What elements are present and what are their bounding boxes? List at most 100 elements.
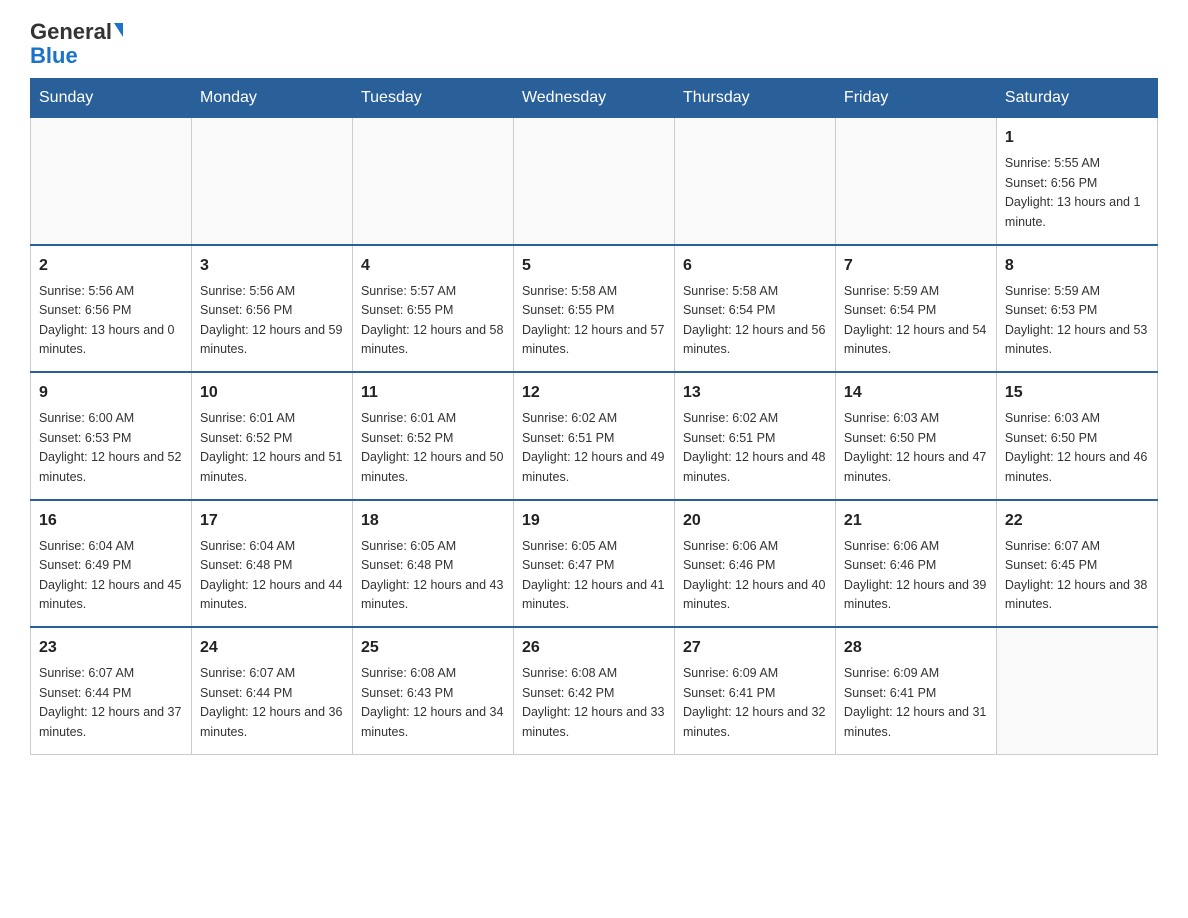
weekday-header-thursday: Thursday	[674, 79, 835, 118]
day-number: 25	[361, 636, 505, 660]
calendar-day-cell: 1 Sunrise: 5:55 AMSunset: 6:56 PMDaylight…	[996, 118, 1157, 245]
calendar-day-cell: 4Sunrise: 5:57 AMSunset: 6:55 PMDaylight…	[352, 245, 513, 373]
day-number: 22	[1005, 509, 1149, 533]
day-info: Sunrise: 6:01 AMSunset: 6:52 PMDaylight:…	[361, 409, 505, 487]
day-number: 13	[683, 381, 827, 405]
calendar-week-row: 1 Sunrise: 5:55 AMSunset: 6:56 PMDaylight…	[31, 118, 1158, 245]
day-number: 26	[522, 636, 666, 660]
calendar-day-cell: 26 Sunrise: 6:08 AMSunset: 6:42 PMDayligh…	[513, 627, 674, 754]
day-number: 12	[522, 381, 666, 405]
calendar-day-cell	[996, 627, 1157, 754]
day-info: Sunrise: 5:58 AMSunset: 6:54 PMDaylight:…	[683, 282, 827, 360]
calendar-day-cell: 8 Sunrise: 5:59 AMSunset: 6:53 PMDaylight…	[996, 245, 1157, 373]
day-number: 11	[361, 381, 505, 405]
calendar-day-cell: 15Sunrise: 6:03 AMSunset: 6:50 PMDayligh…	[996, 372, 1157, 500]
day-number: 23	[39, 636, 183, 660]
calendar-day-cell: 19 Sunrise: 6:05 AMSunset: 6:47 PMDayligh…	[513, 500, 674, 628]
weekday-header-monday: Monday	[191, 79, 352, 118]
day-number: 5	[522, 254, 666, 278]
day-number: 10	[200, 381, 344, 405]
day-info: Sunrise: 6:08 AMSunset: 6:43 PMDaylight:…	[361, 664, 505, 742]
page-header: GeneralBlue	[30, 20, 1158, 68]
calendar-day-cell	[191, 118, 352, 245]
calendar-day-cell: 28 Sunrise: 6:09 AMSunset: 6:41 PMDayligh…	[835, 627, 996, 754]
calendar-day-cell: 14 Sunrise: 6:03 AMSunset: 6:50 PMDayligh…	[835, 372, 996, 500]
day-info: Sunrise: 5:58 AMSunset: 6:55 PMDaylight:…	[522, 282, 666, 360]
day-info: Sunrise: 5:59 AMSunset: 6:53 PMDaylight:…	[1005, 282, 1149, 360]
day-info: Sunrise: 6:05 AMSunset: 6:48 PMDaylight:…	[361, 537, 505, 615]
day-number: 14	[844, 381, 988, 405]
calendar-day-cell	[513, 118, 674, 245]
day-info: Sunrise: 5:55 AMSunset: 6:56 PMDaylight:…	[1005, 154, 1149, 232]
day-number: 16	[39, 509, 183, 533]
logo-text: GeneralBlue	[30, 20, 123, 68]
day-number: 21	[844, 509, 988, 533]
calendar-week-row: 23 Sunrise: 6:07 AMSunset: 6:44 PMDayligh…	[31, 627, 1158, 754]
calendar-day-cell: 22 Sunrise: 6:07 AMSunset: 6:45 PMDayligh…	[996, 500, 1157, 628]
calendar-day-cell: 20Sunrise: 6:06 AMSunset: 6:46 PMDayligh…	[674, 500, 835, 628]
calendar-week-row: 16 Sunrise: 6:04 AMSunset: 6:49 PMDayligh…	[31, 500, 1158, 628]
day-info: Sunrise: 5:59 AMSunset: 6:54 PMDaylight:…	[844, 282, 988, 360]
calendar-day-cell: 25 Sunrise: 6:08 AMSunset: 6:43 PMDayligh…	[352, 627, 513, 754]
logo-triangle-icon	[114, 23, 123, 37]
calendar-week-row: 2 Sunrise: 5:56 AMSunset: 6:56 PMDaylight…	[31, 245, 1158, 373]
day-number: 27	[683, 636, 827, 660]
day-number: 6	[683, 254, 827, 278]
day-number: 28	[844, 636, 988, 660]
day-info: Sunrise: 6:07 AMSunset: 6:44 PMDaylight:…	[200, 664, 344, 742]
calendar-day-cell: 3 Sunrise: 5:56 AMSunset: 6:56 PMDaylight…	[191, 245, 352, 373]
day-info: Sunrise: 6:02 AMSunset: 6:51 PMDaylight:…	[522, 409, 666, 487]
calendar-day-cell: 23 Sunrise: 6:07 AMSunset: 6:44 PMDayligh…	[31, 627, 192, 754]
calendar-day-cell: 18 Sunrise: 6:05 AMSunset: 6:48 PMDayligh…	[352, 500, 513, 628]
calendar-day-cell: 11 Sunrise: 6:01 AMSunset: 6:52 PMDayligh…	[352, 372, 513, 500]
calendar-day-cell: 13 Sunrise: 6:02 AMSunset: 6:51 PMDayligh…	[674, 372, 835, 500]
logo: GeneralBlue	[30, 20, 123, 68]
calendar-day-cell: 10 Sunrise: 6:01 AMSunset: 6:52 PMDayligh…	[191, 372, 352, 500]
day-number: 20	[683, 509, 827, 533]
calendar-day-cell: 16 Sunrise: 6:04 AMSunset: 6:49 PMDayligh…	[31, 500, 192, 628]
day-info: Sunrise: 6:01 AMSunset: 6:52 PMDaylight:…	[200, 409, 344, 487]
day-number: 3	[200, 254, 344, 278]
calendar-day-cell	[31, 118, 192, 245]
day-number: 17	[200, 509, 344, 533]
weekday-header-wednesday: Wednesday	[513, 79, 674, 118]
day-number: 9	[39, 381, 183, 405]
day-info: Sunrise: 5:56 AMSunset: 6:56 PMDaylight:…	[200, 282, 344, 360]
weekday-header-saturday: Saturday	[996, 79, 1157, 118]
day-number: 18	[361, 509, 505, 533]
day-info: Sunrise: 6:07 AMSunset: 6:45 PMDaylight:…	[1005, 537, 1149, 615]
day-number: 8	[1005, 254, 1149, 278]
weekday-header-tuesday: Tuesday	[352, 79, 513, 118]
calendar-day-cell	[674, 118, 835, 245]
day-info: Sunrise: 6:09 AMSunset: 6:41 PMDaylight:…	[683, 664, 827, 742]
day-info: Sunrise: 6:06 AMSunset: 6:46 PMDaylight:…	[844, 537, 988, 615]
day-info: Sunrise: 6:07 AMSunset: 6:44 PMDaylight:…	[39, 664, 183, 742]
day-number: 7	[844, 254, 988, 278]
day-info: Sunrise: 6:02 AMSunset: 6:51 PMDaylight:…	[683, 409, 827, 487]
day-number: 19	[522, 509, 666, 533]
day-info: Sunrise: 6:09 AMSunset: 6:41 PMDaylight:…	[844, 664, 988, 742]
day-info: Sunrise: 6:03 AMSunset: 6:50 PMDaylight:…	[1005, 409, 1149, 487]
weekday-header-sunday: Sunday	[31, 79, 192, 118]
day-info: Sunrise: 6:05 AMSunset: 6:47 PMDaylight:…	[522, 537, 666, 615]
calendar-day-cell: 27 Sunrise: 6:09 AMSunset: 6:41 PMDayligh…	[674, 627, 835, 754]
day-number: 4	[361, 254, 505, 278]
day-info: Sunrise: 6:03 AMSunset: 6:50 PMDaylight:…	[844, 409, 988, 487]
day-info: Sunrise: 6:04 AMSunset: 6:49 PMDaylight:…	[39, 537, 183, 615]
calendar-day-cell: 5 Sunrise: 5:58 AMSunset: 6:55 PMDaylight…	[513, 245, 674, 373]
day-info: Sunrise: 6:04 AMSunset: 6:48 PMDaylight:…	[200, 537, 344, 615]
weekday-header-row: SundayMondayTuesdayWednesdayThursdayFrid…	[31, 79, 1158, 118]
calendar-day-cell: 2Sunrise: 5:56 AMSunset: 6:56 PMDaylight…	[31, 245, 192, 373]
weekday-header-friday: Friday	[835, 79, 996, 118]
day-number: 2	[39, 254, 183, 278]
day-number: 24	[200, 636, 344, 660]
calendar-week-row: 9 Sunrise: 6:00 AMSunset: 6:53 PMDaylight…	[31, 372, 1158, 500]
calendar-day-cell: 12 Sunrise: 6:02 AMSunset: 6:51 PMDayligh…	[513, 372, 674, 500]
calendar-day-cell: 7 Sunrise: 5:59 AMSunset: 6:54 PMDaylight…	[835, 245, 996, 373]
calendar-day-cell: 17 Sunrise: 6:04 AMSunset: 6:48 PMDayligh…	[191, 500, 352, 628]
day-info: Sunrise: 6:00 AMSunset: 6:53 PMDaylight:…	[39, 409, 183, 487]
calendar-day-cell: 9 Sunrise: 6:00 AMSunset: 6:53 PMDaylight…	[31, 372, 192, 500]
day-number: 1	[1005, 126, 1149, 150]
calendar-table: SundayMondayTuesdayWednesdayThursdayFrid…	[30, 78, 1158, 755]
day-info: Sunrise: 6:08 AMSunset: 6:42 PMDaylight:…	[522, 664, 666, 742]
